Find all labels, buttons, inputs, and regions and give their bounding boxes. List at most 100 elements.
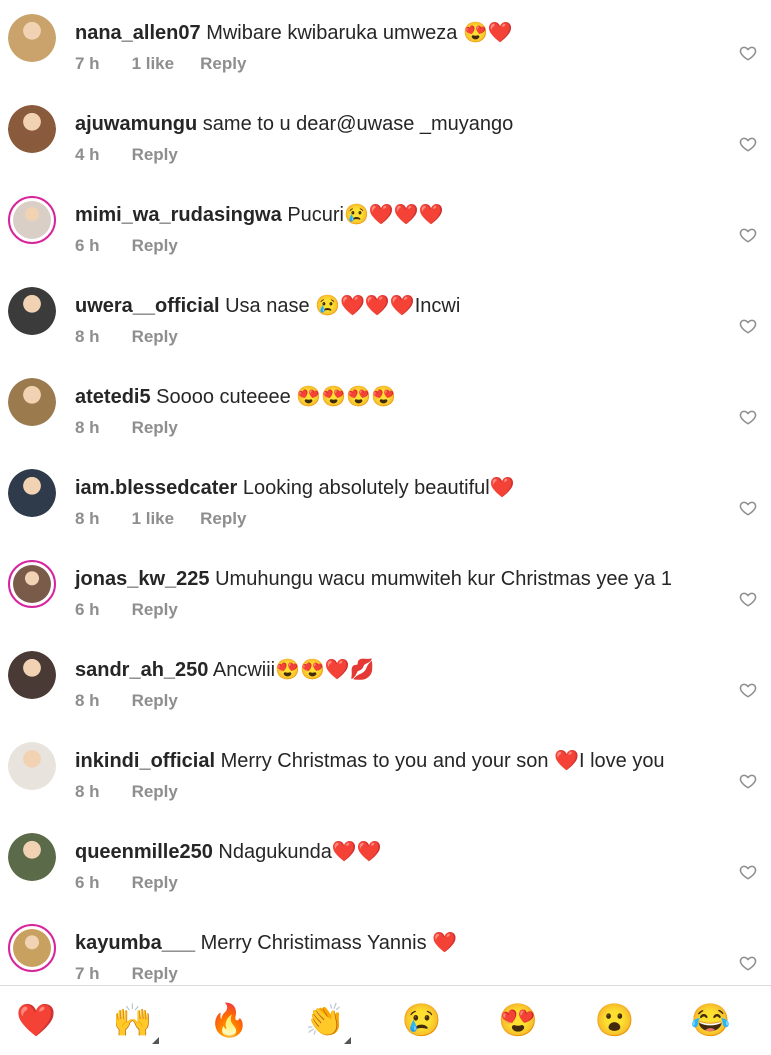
comment-timestamp: 6 h xyxy=(75,236,100,255)
reply-button[interactable]: Reply xyxy=(132,145,178,164)
avatar[interactable] xyxy=(8,924,56,972)
comment-row: inkindi_official Merry Christmas to you … xyxy=(0,738,771,829)
like-heart-icon[interactable] xyxy=(739,317,757,335)
avatar-image xyxy=(8,378,56,426)
reaction-emoji: ❤️ xyxy=(16,1002,57,1038)
like-heart-icon[interactable] xyxy=(739,681,757,699)
crying-face-icon[interactable]: 😢 xyxy=(400,1000,444,1040)
comment-row: atetedi5 Soooo cuteeee 😍😍😍😍 8 h Reply xyxy=(0,374,771,465)
tears-of-joy-icon[interactable]: 😂 xyxy=(689,1000,733,1040)
like-heart-icon[interactable] xyxy=(739,226,757,244)
reply-button[interactable]: Reply xyxy=(132,327,178,346)
comment-timestamp: 8 h xyxy=(75,509,100,528)
reply-button[interactable]: Reply xyxy=(132,691,178,710)
comment-timestamp: 6 h xyxy=(75,600,100,619)
comment-username[interactable]: iam.blessedcater xyxy=(75,477,237,499)
comment-content: iam.blessedcater Looking absolutely beau… xyxy=(75,476,701,500)
red-heart-icon[interactable]: ❤️ xyxy=(14,1000,58,1040)
comment-username[interactable]: jonas_kw_225 xyxy=(75,568,210,590)
comment-content: uwera__official Usa nase 😢❤️❤️❤️Incwi xyxy=(75,294,701,318)
reply-button[interactable]: Reply xyxy=(132,600,178,619)
comment-text: Usa nase 😢❤️❤️❤️Incwi xyxy=(225,295,461,317)
comments-list[interactable]: nana_allen07 Mwibare kwibaruka umweza 😍❤… xyxy=(0,0,771,985)
comment-meta: 8 h Reply xyxy=(75,782,204,802)
avatar-image xyxy=(13,929,51,967)
comment-row: queenmille250 Ndagukunda❤️❤️ 6 h Reply xyxy=(0,829,771,920)
avatar[interactable] xyxy=(8,833,56,881)
like-heart-icon[interactable] xyxy=(739,44,757,62)
comment-text: same to u dear@uwase _muyango xyxy=(202,113,514,135)
comment-text: Umuhungu wacu mumwiteh kur Christmas yee… xyxy=(215,568,672,590)
heart-eyes-icon[interactable]: 😍 xyxy=(496,1000,540,1040)
avatar-image xyxy=(8,742,56,790)
avatar[interactable] xyxy=(8,14,56,62)
reply-button[interactable]: Reply xyxy=(200,509,246,528)
clapping-hands-icon[interactable]: 👏 xyxy=(303,1000,352,1044)
avatar[interactable] xyxy=(8,742,56,790)
fire-icon[interactable]: 🔥 xyxy=(207,1000,251,1040)
reaction-emoji: 😍 xyxy=(498,1002,538,1038)
surprised-face-icon[interactable]: 😮 xyxy=(592,1000,636,1040)
avatar-image xyxy=(8,651,56,699)
avatar-image xyxy=(8,105,56,153)
like-heart-icon[interactable] xyxy=(739,590,757,608)
comment-meta: 8 h Reply xyxy=(75,418,204,438)
comment-username[interactable]: ajuwamungu xyxy=(75,113,197,135)
raising-hands-icon[interactable]: 🙌 xyxy=(111,1000,159,1044)
avatar-image xyxy=(8,287,56,335)
comment-text: Soooo cuteeee 😍😍😍😍 xyxy=(156,386,396,408)
avatar-image xyxy=(13,565,51,603)
comment-like-count[interactable]: 1 like xyxy=(132,54,175,73)
comment-content: kayumba___ Merry Christimass Yannis ❤️ xyxy=(75,931,701,955)
avatar[interactable] xyxy=(8,378,56,426)
comment-username[interactable]: nana_allen07 xyxy=(75,22,201,44)
comment-content: queenmille250 Ndagukunda❤️❤️ xyxy=(75,840,701,864)
reply-button[interactable]: Reply xyxy=(132,782,178,801)
avatar[interactable] xyxy=(8,105,56,153)
comment-row: uwera__official Usa nase 😢❤️❤️❤️Incwi 8 h… xyxy=(0,283,771,374)
comment-username[interactable]: sandr_ah_250 xyxy=(75,659,208,681)
comment-text: Looking absolutely beautiful❤️ xyxy=(242,477,515,499)
avatar[interactable] xyxy=(8,469,56,517)
avatar[interactable] xyxy=(8,651,56,699)
comment-text: Mwibare kwibaruka umweza 😍❤️ xyxy=(206,22,513,44)
comment-meta: 6 h Reply xyxy=(75,236,204,256)
comment-username[interactable]: inkindi_official xyxy=(75,750,215,772)
like-heart-icon[interactable] xyxy=(739,772,757,790)
avatar[interactable] xyxy=(8,560,56,608)
comment-username[interactable]: mimi_wa_rudasingwa xyxy=(75,204,282,226)
comment-meta: 6 h Reply xyxy=(75,873,204,893)
reply-button[interactable]: Reply xyxy=(200,54,246,73)
like-heart-icon[interactable] xyxy=(739,135,757,153)
comment-timestamp: 6 h xyxy=(75,873,100,892)
comment-like-count[interactable]: 1 like xyxy=(132,509,175,528)
comment-content: inkindi_official Merry Christmas to you … xyxy=(75,749,701,773)
comment-username[interactable]: kayumba___ xyxy=(75,932,195,954)
comment-username[interactable]: uwera__official xyxy=(75,295,220,317)
comment-timestamp: 8 h xyxy=(75,782,100,801)
avatar-image xyxy=(13,201,51,239)
comment-username[interactable]: queenmille250 xyxy=(75,841,213,863)
comment-text: Merry Christmas to you and your son ❤️I … xyxy=(220,750,665,772)
comment-content: ajuwamungu same to u dear@uwase _muyango xyxy=(75,112,701,136)
like-heart-icon[interactable] xyxy=(739,863,757,881)
avatar[interactable] xyxy=(8,287,56,335)
reply-button[interactable]: Reply xyxy=(132,236,178,255)
reaction-emoji: 🙌 xyxy=(112,1002,153,1038)
reply-button[interactable]: Reply xyxy=(132,873,178,892)
comment-content: mimi_wa_rudasingwa Pucuri😢❤️❤️❤️ xyxy=(75,203,701,227)
like-heart-icon[interactable] xyxy=(739,954,757,972)
like-heart-icon[interactable] xyxy=(739,499,757,517)
comment-username[interactable]: atetedi5 xyxy=(75,386,151,408)
comment-row: kayumba___ Merry Christimass Yannis ❤️ 7 … xyxy=(0,920,771,985)
reply-button[interactable]: Reply xyxy=(132,418,178,437)
comment-timestamp: 8 h xyxy=(75,418,100,437)
comment-meta: 8 h Reply xyxy=(75,327,204,347)
like-heart-icon[interactable] xyxy=(739,408,757,426)
comment-content: atetedi5 Soooo cuteeee 😍😍😍😍 xyxy=(75,385,701,409)
reply-button[interactable]: Reply xyxy=(132,964,178,983)
reaction-emoji: 😂 xyxy=(690,1002,731,1038)
comment-timestamp: 8 h xyxy=(75,327,100,346)
comment-row: sandr_ah_250 Ancwiii😍😍❤️💋 8 h Reply xyxy=(0,647,771,738)
avatar[interactable] xyxy=(8,196,56,244)
